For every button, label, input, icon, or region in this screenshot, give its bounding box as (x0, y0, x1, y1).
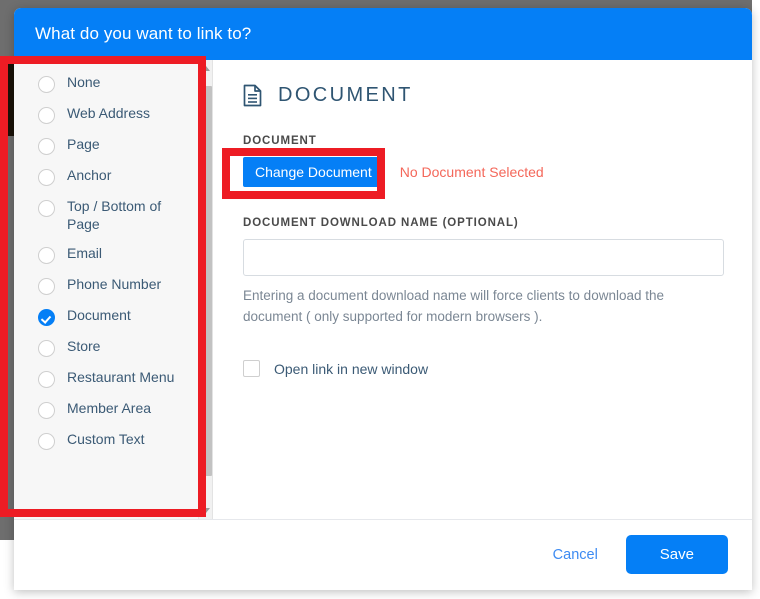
panel-title: DOCUMENT (278, 84, 413, 106)
panel-header: DOCUMENT (243, 84, 724, 107)
backdrop-page-right (752, 0, 760, 599)
sidebar-scrollbar[interactable] (198, 60, 212, 519)
checkbox-icon[interactable] (243, 360, 260, 377)
document-status-text: No Document Selected (399, 164, 544, 180)
sidebar-item-document[interactable]: Document (38, 307, 212, 326)
sidebar-item-label: Member Area (67, 400, 152, 416)
download-name-helper-text: Entering a document download name will f… (243, 288, 664, 324)
open-new-window-row[interactable]: Open link in new window (243, 360, 724, 377)
radio-icon[interactable] (38, 433, 55, 450)
sidebar-item-custom-text[interactable]: Custom Text (38, 431, 212, 450)
sidebar-item-email[interactable]: Email (38, 245, 212, 264)
document-icon (243, 84, 262, 107)
sidebar-item-label: Phone Number (67, 276, 162, 292)
page-title: What do you want to link to? (35, 24, 252, 43)
radio-icon[interactable] (38, 371, 55, 388)
download-name-label: DOCUMENT DOWNLOAD NAME (OPTIONAL) (243, 217, 519, 229)
sidebar-item-member-area[interactable]: Member Area (38, 400, 212, 419)
sidebar-item-label: Top / Bottom of Page (67, 198, 162, 232)
save-button[interactable]: Save (625, 535, 728, 574)
radio-icon[interactable] (38, 402, 55, 419)
document-panel: DOCUMENT DOCUMENT Change Document No Doc… (213, 60, 752, 519)
sidebar-item-label: Restaurant Menu (67, 369, 175, 385)
sidebar-item-label: Custom Text (67, 431, 145, 447)
link-to-modal: What do you want to link to? None Web Ad… (14, 8, 752, 590)
sidebar-item-store[interactable]: Store (38, 338, 212, 357)
sidebar-item-page[interactable]: Page (38, 136, 212, 155)
radio-icon[interactable] (38, 247, 55, 264)
modal-header: What do you want to link to? (14, 8, 752, 60)
sidebar-item-label: Web Address (67, 105, 151, 121)
sidebar-item-none[interactable]: None (38, 74, 212, 93)
radio-checked-icon[interactable] (38, 309, 55, 326)
sidebar-item-web-address[interactable]: Web Address (38, 105, 212, 124)
sidebar-item-anchor[interactable]: Anchor (38, 167, 212, 186)
sidebar-item-restaurant-menu[interactable]: Restaurant Menu (38, 369, 212, 388)
radio-icon[interactable] (38, 278, 55, 295)
radio-icon[interactable] (38, 138, 55, 155)
sidebar-item-label: Page (67, 136, 100, 152)
radio-icon[interactable] (38, 169, 55, 186)
radio-icon[interactable] (38, 200, 55, 217)
document-selector-row: Change Document No Document Selected (243, 157, 724, 187)
scroll-down-arrow-icon[interactable] (202, 508, 210, 513)
cancel-button[interactable]: Cancel (547, 546, 604, 564)
radio-icon[interactable] (38, 76, 55, 93)
change-document-button[interactable]: Change Document (243, 157, 384, 187)
scrollbar-thumb[interactable] (201, 86, 212, 476)
download-name-input[interactable] (243, 239, 724, 276)
radio-icon[interactable] (38, 107, 55, 124)
sidebar-item-label: Document (67, 307, 131, 323)
link-type-sidebar: None Web Address Page Anchor Top / Botto (14, 60, 213, 519)
modal-footer: Cancel Save (14, 520, 752, 589)
radio-icon[interactable] (38, 340, 55, 357)
sidebar-item-top-bottom-of-page[interactable]: Top / Bottom of Page (38, 198, 212, 233)
sidebar-item-label: Store (67, 338, 101, 354)
link-type-radio-group[interactable]: None Web Address Page Anchor Top / Botto (14, 74, 212, 450)
open-new-window-label: Open link in new window (274, 360, 429, 377)
sidebar-item-label: None (67, 74, 101, 90)
scroll-up-arrow-icon[interactable] (202, 66, 210, 71)
sidebar-item-phone-number[interactable]: Phone Number (38, 276, 212, 295)
modal-body: None Web Address Page Anchor Top / Botto (14, 60, 752, 520)
sidebar-item-label: Email (67, 245, 103, 261)
document-section-label: DOCUMENT (243, 135, 317, 147)
sidebar-item-label: Anchor (67, 167, 112, 183)
